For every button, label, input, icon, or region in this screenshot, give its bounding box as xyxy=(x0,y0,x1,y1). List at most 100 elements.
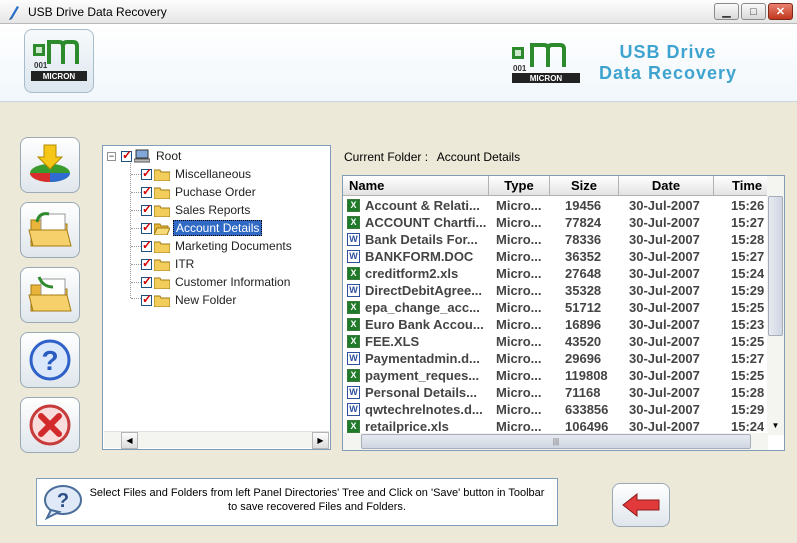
column-header-date[interactable]: Date xyxy=(619,176,714,196)
svg-text:?: ? xyxy=(57,490,69,512)
table-row[interactable]: X FEE.XLS Micro... 43520 30-Jul-2007 15:25 xyxy=(343,333,768,350)
close-icon xyxy=(29,404,71,446)
excel-file-icon: X xyxy=(347,216,360,229)
table-row[interactable]: W Personal Details... Micro... 71168 30-Jul-… xyxy=(343,384,768,401)
product-title: USB Drive Data Recovery xyxy=(588,42,748,84)
computer-icon xyxy=(134,149,150,163)
table-row[interactable]: Wqwtechrelnotes.d... Micro... 633856 30-Jul… xyxy=(343,401,768,418)
file-vertical-scrollbar[interactable]: ▼ xyxy=(767,176,784,435)
title-bar: USB Drive Data Recovery ▁ □ ✕ xyxy=(0,0,797,24)
table-row[interactable]: X ACCOUNT Chartfi... Micro... 77824 30-Jul-2… xyxy=(343,214,768,231)
tree-item-account-details[interactable]: Account Details xyxy=(141,220,263,236)
cell-type: Micro... xyxy=(496,283,542,298)
svg-text:?: ? xyxy=(41,345,58,376)
cell-size: 29696 xyxy=(565,351,602,366)
tree-item-label: Puchase Order xyxy=(175,185,256,199)
tree-item-label: Customer Information xyxy=(175,275,291,289)
column-header-time[interactable]: Time xyxy=(714,176,774,196)
column-header-name[interactable]: Name xyxy=(343,176,489,196)
file-horizontal-scrollbar[interactable]: ||| xyxy=(343,433,768,450)
cell-type: Micro... xyxy=(496,351,542,366)
scroll-left-arrow[interactable]: ◀ xyxy=(121,432,138,449)
minimize-button[interactable]: ▁ xyxy=(714,3,739,20)
close-window-button[interactable]: ✕ xyxy=(768,3,793,20)
cell-size: 35328 xyxy=(565,283,602,298)
current-folder-value: Account Details xyxy=(436,150,521,164)
help-icon: ? xyxy=(29,339,71,381)
scroll-thumb[interactable]: ||| xyxy=(361,434,751,449)
cell-time: 15:24 xyxy=(731,266,765,281)
cell-time: 15:27 xyxy=(731,351,765,366)
column-header-size[interactable]: Size xyxy=(550,176,619,196)
cell-time: 15:28 xyxy=(731,385,765,400)
exit-button[interactable] xyxy=(20,397,80,453)
table-row[interactable]: W Bank Details For... Micro... 78336 30-Jul-… xyxy=(343,231,768,248)
tree-horizontal-scrollbar[interactable]: ◀ ▶ xyxy=(104,431,329,449)
cell-date: 30-Jul-2007 xyxy=(629,283,700,298)
checkbox[interactable] xyxy=(141,202,152,216)
cell-time: 15:28 xyxy=(731,232,765,247)
cell-name: Paymentadmin.d... xyxy=(365,351,480,366)
tree-item-sales-reports[interactable]: Sales Reports xyxy=(141,202,252,218)
directory-tree[interactable]: − Root Miscellaneous Puchase Order Sales… xyxy=(102,145,331,450)
tree-item-label: Marketing Documents xyxy=(175,239,292,253)
cell-date: 30-Jul-2007 xyxy=(629,334,700,349)
help-bubble-icon: ? xyxy=(44,485,82,520)
tree-item-customer-information[interactable]: Customer Information xyxy=(141,274,292,290)
table-row[interactable]: W Paymentadmin.d... Micro... 29696 30-Jul-20… xyxy=(343,350,768,367)
column-header-type[interactable]: Type xyxy=(489,176,550,196)
open-folder-icon xyxy=(28,212,72,247)
table-row[interactable]: Xpayment_reques... Micro... 119808 30-Jul-2… xyxy=(343,367,768,384)
checkbox[interactable] xyxy=(141,166,152,180)
cell-time: 15:27 xyxy=(731,249,765,264)
cell-date: 30-Jul-2007 xyxy=(629,232,700,247)
checkbox[interactable] xyxy=(141,184,152,198)
table-row[interactable]: Xepa_change_acc... Micro... 51712 30-Jul-20… xyxy=(343,299,768,316)
svg-text:001: 001 xyxy=(513,64,527,73)
checkbox[interactable] xyxy=(141,274,152,288)
save-button[interactable] xyxy=(20,137,80,193)
tree-item-puchase-order[interactable]: Puchase Order xyxy=(141,184,258,200)
cell-name: ACCOUNT Chartfi... xyxy=(365,215,487,230)
tree-root[interactable]: − Root xyxy=(107,148,183,164)
app-icon xyxy=(9,5,19,20)
open-folder-button[interactable] xyxy=(20,202,80,258)
tree-item-marketing-documents[interactable]: Marketing Documents xyxy=(141,238,294,254)
cell-name: Account & Relati... xyxy=(365,198,480,213)
checkbox[interactable] xyxy=(141,220,152,234)
excel-file-icon: X xyxy=(347,420,360,433)
close-icon: ✕ xyxy=(775,6,786,18)
table-row[interactable]: X Account & Relati... Micro... 19456 30-Jul-… xyxy=(343,197,768,214)
checkbox[interactable] xyxy=(141,256,152,270)
tree-item-miscellaneous[interactable]: Miscellaneous xyxy=(141,166,253,182)
checkbox[interactable] xyxy=(141,238,152,252)
cell-size: 71168 xyxy=(565,385,601,400)
help-button[interactable]: ? xyxy=(20,332,80,388)
collapse-toggle[interactable]: − xyxy=(107,151,116,161)
back-button[interactable] xyxy=(612,483,670,527)
checkbox[interactable] xyxy=(121,148,132,162)
checkbox[interactable] xyxy=(141,292,152,306)
table-row[interactable]: Xcreditform2.xls Micro... 27648 30-Jul-2007… xyxy=(343,265,768,282)
cell-name: BANKFORM.DOC xyxy=(365,249,474,264)
table-row[interactable]: W BANKFORM.DOC Micro... 36352 30-Jul-2007 15:… xyxy=(343,248,768,265)
table-row[interactable]: W DirectDebitAgree... Micro... 35328 30-Jul-… xyxy=(343,282,768,299)
scroll-thumb[interactable] xyxy=(768,196,783,336)
cell-size: 27648 xyxy=(565,266,602,281)
tree-item-itr[interactable]: ITR xyxy=(141,256,196,272)
excel-file-icon: X xyxy=(347,199,360,212)
open-folder-icon xyxy=(154,223,170,235)
cell-size: 78336 xyxy=(565,232,602,247)
micron-logo-right-icon: 001 MICRON xyxy=(512,43,580,83)
scroll-right-arrow[interactable]: ▶ xyxy=(312,432,329,449)
table-row[interactable]: X Euro Bank Accou... Micro... 16896 30-Jul-2… xyxy=(343,316,768,333)
maximize-button[interactable]: □ xyxy=(741,3,766,20)
save-folder-button[interactable] xyxy=(20,267,80,323)
file-list[interactable]: Name Type Size Date Time X Account & Rela… xyxy=(342,175,785,451)
logo-text: MICRON xyxy=(43,72,76,81)
scroll-down-arrow[interactable]: ▼ xyxy=(767,417,784,434)
cell-time: 15:29 xyxy=(731,402,765,417)
current-folder: Current Folder : Account Details xyxy=(344,150,526,164)
cell-name: FEE.XLS xyxy=(365,334,420,349)
tree-item-new-folder[interactable]: New Folder xyxy=(141,292,238,308)
